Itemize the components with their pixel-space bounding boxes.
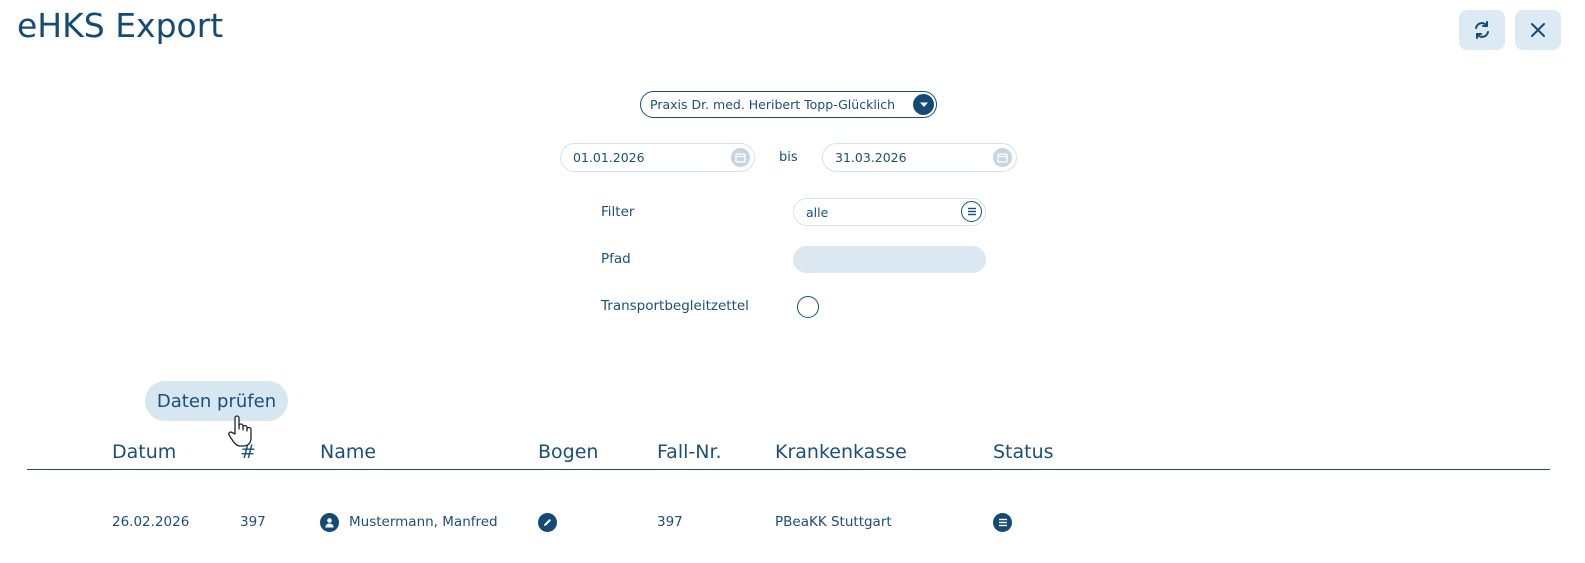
user-icon xyxy=(320,513,339,532)
cell-number: 397 xyxy=(240,514,266,530)
column-header-status[interactable]: Status xyxy=(993,441,1054,463)
refresh-button[interactable] xyxy=(1459,10,1505,50)
filter-select[interactable]: alle xyxy=(793,198,986,226)
transport-label: Transportbegleitzettel xyxy=(601,298,749,314)
column-header-bogen[interactable]: Bogen xyxy=(538,441,598,463)
date-to-value: 31.03.2026 xyxy=(835,150,907,165)
refresh-icon xyxy=(1475,21,1489,39)
calendar-icon[interactable] xyxy=(731,148,750,167)
filter-value: alle xyxy=(806,204,829,220)
column-header-krankenkasse[interactable]: Krankenkasse xyxy=(775,441,907,463)
date-from-value: 01.01.2026 xyxy=(573,150,645,165)
column-header-fall-nr[interactable]: Fall-Nr. xyxy=(657,441,722,463)
cell-krankenkasse: PBeaKK Stuttgart xyxy=(775,514,892,530)
date-from-field[interactable]: 01.01.2026 xyxy=(560,143,755,172)
list-icon[interactable] xyxy=(961,201,982,222)
edit-icon[interactable] xyxy=(538,513,557,532)
path-label: Pfad xyxy=(601,251,631,267)
table-header-divider xyxy=(27,469,1550,470)
cell-datum: 26.02.2026 xyxy=(112,514,190,530)
chevron-down-icon[interactable] xyxy=(913,94,934,115)
page-title: eHKS Export xyxy=(17,6,224,45)
ehks-export-dialog: eHKS Export Praxis Dr. med. Heribert Top… xyxy=(0,0,1585,563)
practice-select-value: Praxis Dr. med. Heribert Topp-Glücklich xyxy=(650,97,896,112)
column-header-number[interactable]: # xyxy=(240,441,256,463)
column-header-name[interactable]: Name xyxy=(320,441,376,463)
path-field[interactable] xyxy=(793,246,986,273)
transport-toggle[interactable] xyxy=(797,296,819,318)
calendar-icon[interactable] xyxy=(993,148,1012,167)
date-to-field[interactable]: 31.03.2026 xyxy=(822,143,1017,172)
cell-name: Mustermann, Manfred xyxy=(349,514,498,530)
check-data-button[interactable]: Daten prüfen xyxy=(145,381,288,421)
close-button[interactable] xyxy=(1515,10,1561,50)
filter-label: Filter xyxy=(601,204,635,220)
date-range-separator: bis xyxy=(779,150,798,165)
column-header-datum[interactable]: Datum xyxy=(112,441,176,463)
cell-fall-nr: 397 xyxy=(657,514,683,530)
close-icon xyxy=(1531,23,1545,37)
status-list-icon[interactable] xyxy=(993,513,1012,532)
practice-select[interactable]: Praxis Dr. med. Heribert Topp-Glücklich xyxy=(640,91,937,118)
